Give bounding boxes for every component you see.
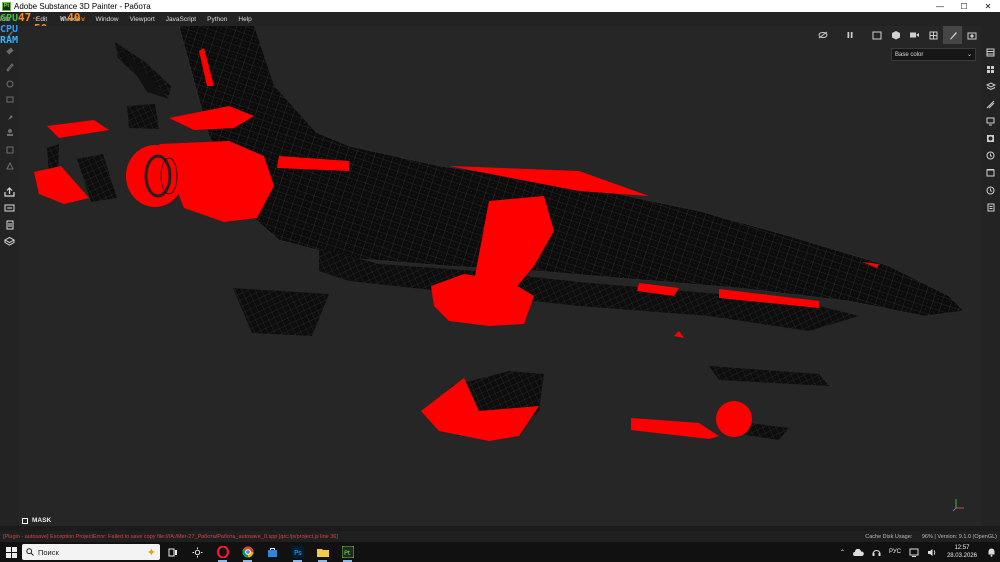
autosave-error-message: [Plugin - autosave] Exception ProjectErr… [3,533,338,540]
mask-label: MASK [32,517,52,524]
layers-icon[interactable] [0,217,19,234]
copilot-sparkle-icon: ✦ [146,546,156,559]
close-icon[interactable]: ✕ [976,0,1000,12]
export-icon[interactable] [0,200,19,217]
menu-file[interactable]: File [0,16,25,23]
photoshop-icon[interactable]: Ps [285,542,310,562]
system-tray: ⌃ РУС 12:57 28.03.2026 [836,542,1000,562]
pause-icon[interactable] [840,26,859,44]
headset-icon[interactable] [872,548,881,557]
store-icon[interactable] [260,542,285,562]
menu-bar: File Edit Mode Window Viewport JavaScrip… [0,12,1000,26]
onedrive-icon[interactable] [852,548,864,556]
clock[interactable]: 12:57 28.03.2026 [947,544,977,560]
clone-icon[interactable] [0,109,19,126]
channel-select[interactable]: Base color ⌄ [891,48,976,61]
menu-javascript[interactable]: JavaScript [166,16,196,23]
network-icon[interactable] [909,548,919,557]
search-icon [26,548,34,556]
bake-icon[interactable] [0,184,19,201]
screenshot-icon[interactable] [962,26,981,44]
cache-status: Cache Disk Usage: 96% | Version: 9.1.0 (… [865,533,997,540]
mask-indicator[interactable]: MASK [22,517,51,524]
grid-icon[interactable] [924,26,943,44]
brush-mode-icon[interactable] [943,26,962,44]
volume-icon[interactable] [927,548,937,557]
menu-edit[interactable]: Edit [36,16,47,23]
loose-panel-b [127,104,159,129]
left-toolbar [0,26,19,526]
taskbar-search[interactable]: Поиск ✦ [22,544,160,560]
stabilizer-underside [117,44,169,99]
shader-icon[interactable] [981,130,1000,147]
windows-taskbar: Поиск ✦ Ps Pt ⌃ РУС 12:57 28.03.2026 [0,542,1000,562]
right-panel-bar [981,26,1000,526]
cache-label: Cache Disk Usage: [865,533,913,540]
opera-icon[interactable] [210,542,235,562]
language-indicator[interactable]: РУС [889,549,901,555]
notifications-icon[interactable] [987,547,996,557]
windows-start-icon[interactable] [0,542,22,562]
uv-icon[interactable] [0,233,19,250]
maximize-icon[interactable]: ☐ [952,0,976,12]
bake-panel-icon[interactable] [981,147,1000,164]
clock-date: 28.03.2026 [946,553,977,559]
layers-panel-icon[interactable] [981,44,1000,61]
menu-help[interactable]: Help [238,16,251,23]
menu-window[interactable]: Window [95,16,118,23]
channel-select-value: Base color [895,51,924,58]
menu-viewport[interactable]: Viewport [130,16,155,23]
chevron-down-icon: ⌄ [966,52,972,58]
svg-text:Ps: Ps [294,549,302,557]
app-logo: Pt [2,1,11,11]
camera-frame-icon[interactable] [867,26,886,44]
video-camera-icon[interactable] [905,26,924,44]
axis-gizmo-icon [952,499,964,512]
cache-value: 96% [921,533,933,540]
window-title: Adobe Substance 3D Painter - Работа [14,1,151,11]
aircraft-model-render[interactable] [19,26,981,526]
minimize-icon[interactable]: — [928,0,952,12]
geometry-mask-icon[interactable] [0,76,19,93]
missile-rail-mesh [709,366,829,386]
status-bar: [Plugin - autosave] Exception ProjectErr… [0,531,1000,542]
clock-time: 12:57 [954,545,970,551]
chevron-up-icon[interactable]: ⌃ [840,549,845,556]
mask-checkbox[interactable] [22,517,28,524]
viewer-settings-icon[interactable] [981,113,1000,130]
polygon-fill-icon[interactable] [0,158,19,175]
brush-icon[interactable] [0,26,19,43]
substance-painter-icon[interactable]: Pt [335,542,360,562]
stamp-icon[interactable] [0,125,19,142]
texture-set-icon[interactable] [981,78,1000,95]
menu-mode[interactable]: Mode [64,16,80,23]
display-settings-icon[interactable] [981,96,1000,113]
smudge-icon[interactable] [0,92,19,109]
viewport-toolbar [813,26,981,44]
assets-icon[interactable] [981,61,1000,78]
cube-icon[interactable] [886,26,905,44]
stabilizer-mesh [115,42,171,96]
color-picker-icon[interactable] [0,142,19,159]
menu-python[interactable]: Python [207,16,227,23]
widgets-icon[interactable] [185,542,210,562]
loose-panel-a [233,288,329,336]
search-placeholder: Поиск [38,547,59,557]
toolbar-divider [0,175,19,184]
log-icon[interactable] [981,182,1000,199]
file-explorer-icon[interactable] [310,542,335,562]
projection-icon[interactable] [0,59,19,76]
3d-viewport[interactable]: Base color ⌄ MASK [19,26,981,526]
eye-off-icon[interactable] [813,26,832,44]
window-title-bar: Pt Adobe Substance 3D Painter - Работа —… [0,0,1000,12]
history-icon[interactable] [981,164,1000,181]
task-view-icon[interactable] [160,542,185,562]
shelf-icon[interactable] [981,199,1000,216]
chrome-icon[interactable] [235,542,260,562]
svg-text:Pt: Pt [344,549,351,557]
eraser-icon[interactable] [0,43,19,60]
version-info: Version: 9.1.0 (OpenGL) [937,533,997,540]
